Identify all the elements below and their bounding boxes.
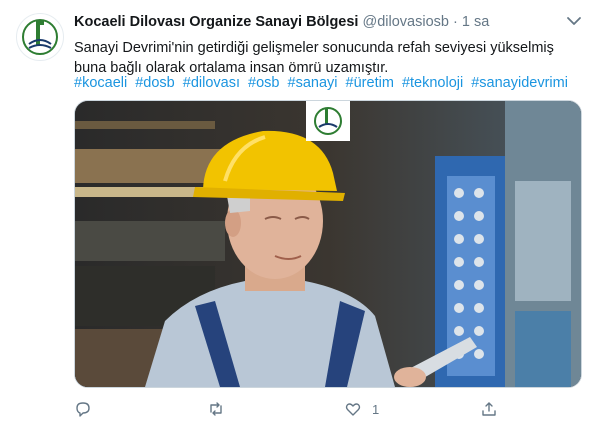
hashtag-link[interactable]: #üretim [346,75,394,91]
share-icon [482,402,496,416]
hashtag-link[interactable]: #teknoloji [402,75,463,91]
retweet-button[interactable] [207,398,225,420]
author-name[interactable]: Kocaeli Dilovası Organize Sanayi Bölgesi [74,14,358,30]
heart-icon [345,403,361,416]
tweet-card[interactable]: Kocaeli Dilovası Organize Sanayi Bölgesi… [0,0,601,426]
separator: · [453,14,458,30]
retweet-icon [210,402,222,416]
like-count: 1 [372,401,380,417]
hashtag-link[interactable]: #kocaeli [74,75,127,91]
timestamp[interactable]: 1 sa [462,14,489,30]
hashtag-link[interactable]: #dilovası [183,75,240,91]
share-button[interactable] [480,398,498,420]
chevron-down-icon[interactable] [565,12,583,30]
avatar[interactable] [16,13,64,61]
worker-photo [75,101,581,387]
tweet-media-image[interactable] [74,100,582,388]
hashtag-link[interactable]: #dosb [135,75,175,91]
hashtag-link[interactable]: #sanayi [288,75,338,91]
tweet-actions: 1 [74,398,574,420]
reply-button[interactable] [74,398,92,420]
tweet-text: Sanayi Devrimi'nin getirdiği gelişmeler … [74,40,554,76]
reply-icon [76,402,90,417]
hashtag-list: #kocaeli #dosb #dilovası #osb #sanayi #ü… [74,74,572,92]
author-handle[interactable]: @dilovasiosb [363,14,449,30]
hashtag-link[interactable]: #sanayidevrimi [471,75,568,91]
like-button[interactable]: 1 [344,398,379,420]
tweet-header: Kocaeli Dilovası Organize Sanayi Bölgesi… [74,13,489,31]
osb-logo-icon [22,19,58,55]
hashtag-link[interactable]: #osb [248,75,279,91]
